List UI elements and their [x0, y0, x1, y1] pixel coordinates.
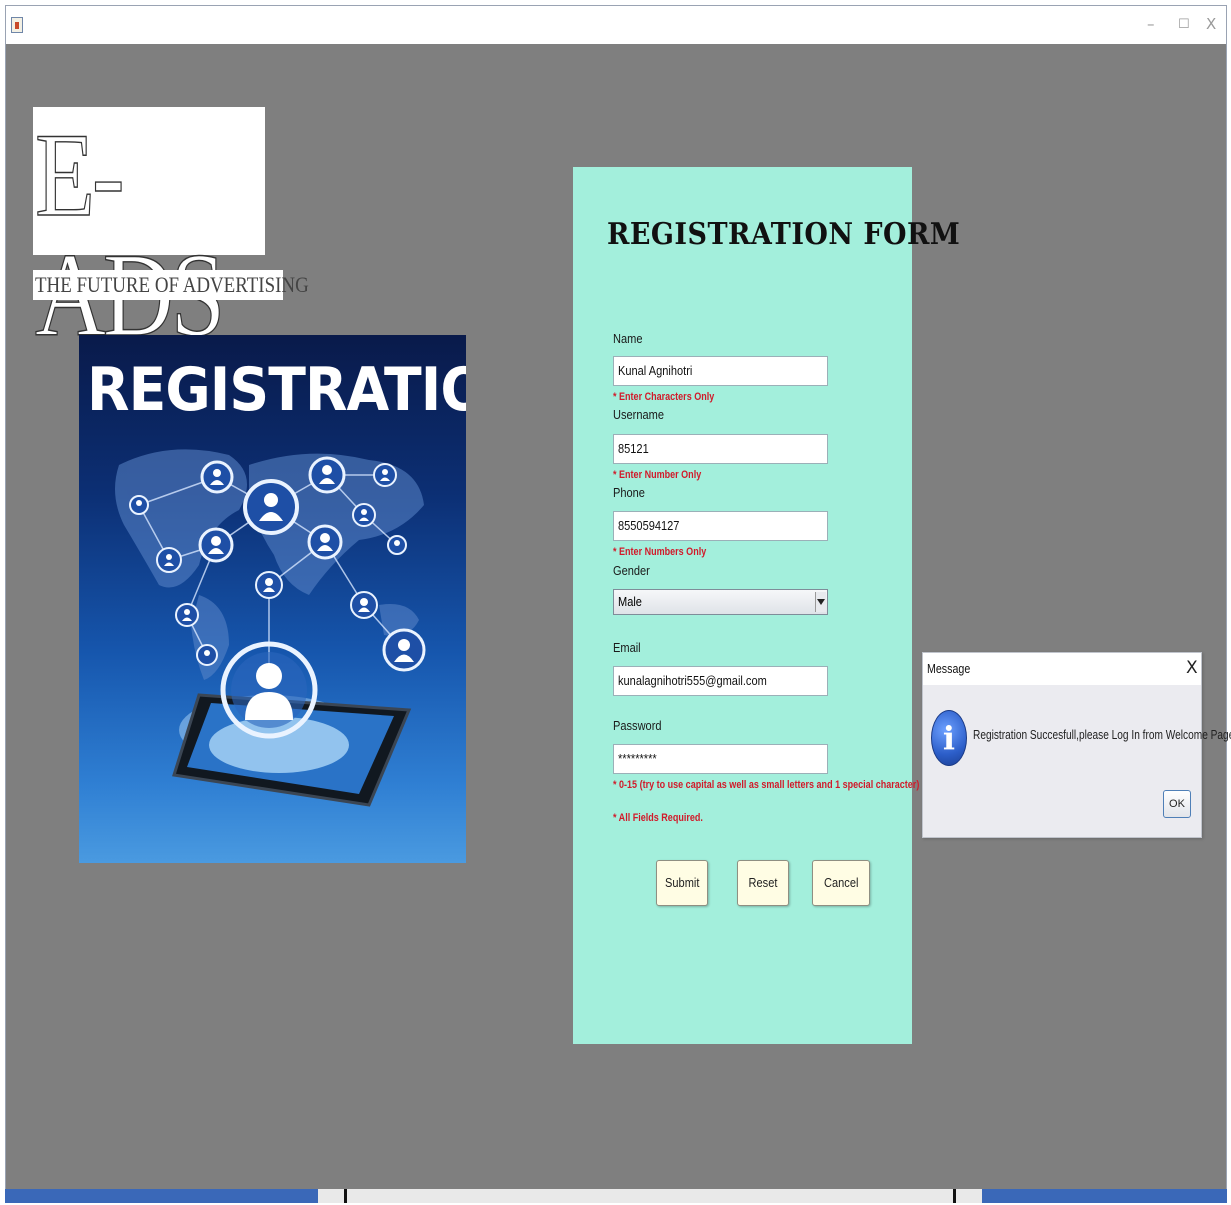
info-icon: i — [931, 710, 967, 766]
phone-label: Phone — [613, 485, 645, 500]
reset-button[interactable]: Reset — [737, 860, 789, 906]
taskbar-divider — [953, 1189, 956, 1203]
taskbar — [5, 1189, 1227, 1203]
password-hint: * 0-15 (try to use capital as well as sm… — [613, 779, 920, 791]
name-value: Kunal Agnihotri — [618, 363, 693, 378]
submit-label: Submit — [664, 875, 700, 890]
dropdown-arrow-icon[interactable] — [815, 592, 826, 612]
gender-select[interactable]: Male — [613, 589, 828, 615]
dialog-title: Message — [927, 661, 971, 676]
close-button[interactable]: X — [1206, 15, 1216, 33]
form-title: REGISTRATION FORM — [607, 217, 961, 252]
phone-input[interactable]: 8550594127 — [613, 511, 828, 541]
eads-logo: E-ADS — [33, 107, 265, 355]
logo-tagline: THE FUTURE OF ADVERTISING — [33, 270, 309, 300]
phone-value: 8550594127 — [618, 518, 680, 533]
name-label: Name — [613, 331, 643, 346]
dialog-close-button[interactable]: X — [1186, 658, 1198, 678]
registration-illustration: REGISTRATION — [79, 335, 466, 863]
title-bar: – ☐ X — [6, 6, 1226, 44]
username-hint: * Enter Number Only — [613, 469, 702, 481]
username-value: 85121 — [618, 441, 649, 456]
dialog-title-bar: Message X — [923, 653, 1201, 685]
info-glyph: i — [942, 719, 956, 757]
cancel-label: Cancel — [823, 875, 859, 890]
username-input[interactable]: 85121 — [613, 434, 828, 464]
name-hint: * Enter Characters Only — [613, 391, 715, 403]
name-input[interactable]: Kunal Agnihotri — [613, 356, 828, 386]
email-value: kunalagnihotri555@gmail.com — [618, 673, 767, 688]
minimize-button[interactable]: – — [1147, 15, 1155, 33]
submit-button[interactable]: Submit — [656, 860, 708, 906]
tagline-text: THE FUTURE OF ADVERTISING — [35, 272, 309, 297]
password-label: Password — [613, 718, 662, 733]
username-label: Username — [613, 407, 664, 422]
gender-value: Male — [618, 594, 642, 609]
gender-label: Gender — [613, 563, 650, 578]
dialog-message: Registration Succesfull,please Log In fr… — [973, 727, 1231, 742]
network-tablet-graphic — [115, 449, 426, 807]
java-app-icon — [11, 17, 23, 33]
phone-hint: * Enter Numbers Only — [613, 546, 707, 558]
registration-form-panel: REGISTRATION FORM Name Kunal Agnihotri *… — [573, 167, 960, 1044]
message-dialog: Message X i Registration Succesfull,plea… — [922, 652, 1231, 838]
password-input[interactable]: ********* — [613, 744, 828, 774]
taskbar-gap — [318, 1189, 982, 1203]
ok-button[interactable]: OK — [1163, 790, 1191, 818]
email-label: Email — [613, 640, 641, 655]
email-input[interactable]: kunalagnihotri555@gmail.com — [613, 666, 828, 696]
logo-text: E-ADS — [34, 108, 225, 355]
cancel-button[interactable]: Cancel — [812, 860, 870, 906]
maximize-button[interactable]: ☐ — [1178, 17, 1190, 32]
required-hint: * All Fields Required. — [613, 812, 703, 824]
reset-label: Reset — [748, 875, 778, 890]
taskbar-divider — [344, 1189, 347, 1203]
password-value: ********* — [618, 751, 657, 766]
